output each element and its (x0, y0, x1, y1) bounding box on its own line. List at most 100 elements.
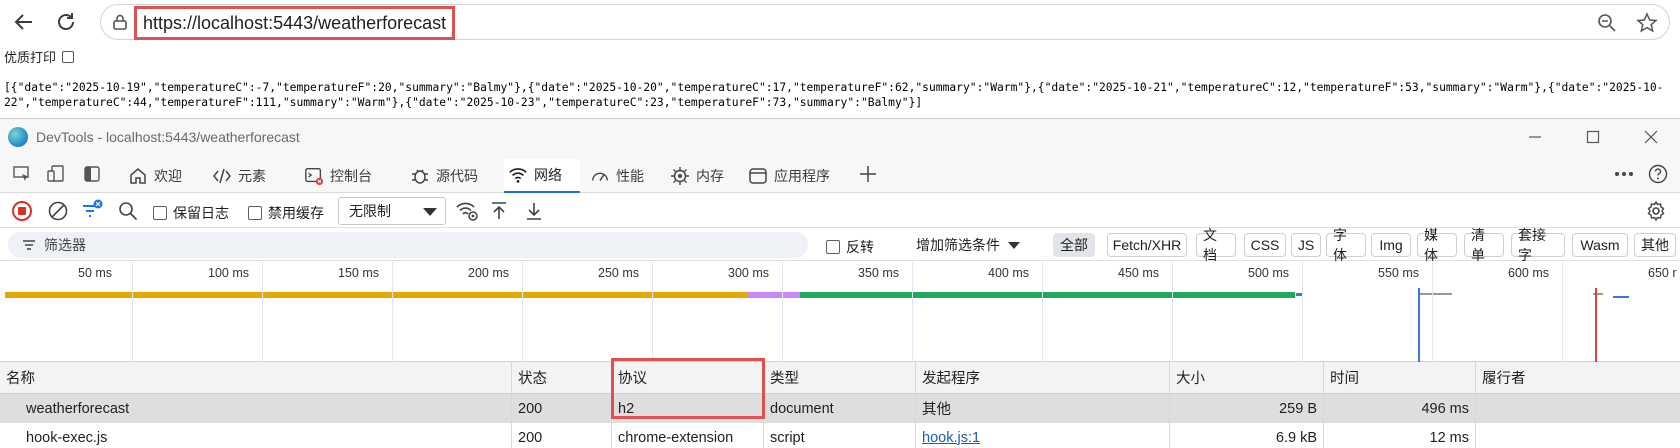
minimize-icon[interactable] (1506, 119, 1564, 155)
reload-button[interactable] (52, 8, 80, 36)
devtools-title: DevTools - localhost:5443/weatherforecas… (36, 129, 300, 145)
initiator-link[interactable]: hook.js:1 (922, 430, 980, 446)
tab-memory[interactable]: 内存 (666, 159, 728, 193)
filter-funnel-icon[interactable] (80, 199, 104, 223)
more-options-icon[interactable] (1612, 162, 1636, 186)
filter-chip-manifest[interactable]: 清单 (1464, 227, 1504, 263)
timeline-gridline (782, 262, 783, 362)
zoom-out-icon[interactable] (1595, 11, 1619, 35)
dock-panel-icon[interactable] (80, 162, 104, 186)
filter-chip-all[interactable]: 全部 (1053, 233, 1095, 257)
disable-cache-toggle[interactable]: 禁用缓存 (248, 203, 324, 223)
column-header-initiator[interactable]: 发起程序 (916, 362, 1170, 393)
timeline-tick-label: 50 ms (78, 266, 113, 280)
filter-chip-css[interactable]: CSS (1244, 233, 1286, 257)
request-name: hook-exec.js (0, 423, 512, 448)
browser-toolbar: https://localhost:5443/weatherforecast (0, 0, 1680, 44)
disable-cache-checkbox[interactable] (248, 206, 262, 220)
filter-chip-js[interactable]: JS (1291, 233, 1321, 257)
column-header-type[interactable]: 类型 (764, 362, 916, 393)
timing-bar-extension-3 (1613, 296, 1629, 298)
filter-input[interactable]: 筛选器 (8, 232, 808, 258)
back-button[interactable] (10, 8, 38, 36)
disable-cache-label: 禁用缓存 (268, 205, 324, 221)
timeline-gridline (1432, 262, 1433, 362)
request-type: document (764, 394, 916, 423)
tab-label: 控制台 (330, 168, 372, 184)
column-header-time[interactable]: 时间 (1324, 362, 1476, 393)
filter-chip-fetch-xhr[interactable]: Fetch/XHR (1107, 233, 1187, 257)
timeline-tick-label: 500 ms (1248, 266, 1289, 280)
devtools-window: DevTools - localhost:5443/weatherforecas… (0, 118, 1680, 448)
table-row[interactable]: hook-exec.js 200 chrome-extension script… (0, 423, 1680, 448)
network-overview-timeline[interactable]: 50 ms 100 ms 150 ms 200 ms 250 ms 300 ms 350 m… (0, 262, 1680, 362)
chevron-down-icon (1008, 241, 1020, 249)
load-event-marker (1595, 288, 1597, 362)
invert-checkbox[interactable] (826, 240, 840, 254)
throttling-select[interactable]: 无限制 (338, 197, 446, 225)
reload-icon (58, 13, 74, 30)
wifi-icon (508, 165, 528, 185)
tab-console[interactable]: 控制台 (300, 159, 376, 193)
record-stop-icon[interactable] (10, 199, 34, 223)
export-har-icon[interactable] (522, 199, 546, 223)
json-response: [{"date":"2025-10-19","temperatureC":-7,… (4, 80, 1680, 110)
pretty-print-checkbox[interactable] (62, 50, 75, 63)
tab-performance[interactable]: 性能 (586, 159, 648, 193)
column-header-size[interactable]: 大小 (1170, 362, 1324, 393)
maximize-icon[interactable] (1564, 119, 1622, 155)
settings-gear-icon[interactable] (1644, 199, 1668, 223)
request-initiator: 其他 (916, 394, 1170, 423)
window-icon (748, 166, 768, 186)
devtools-titlebar: DevTools - localhost:5443/weatherforecas… (0, 119, 1680, 155)
tab-elements[interactable]: 元素 (208, 159, 270, 193)
timeline-tick-label: 350 ms (858, 266, 899, 280)
request-fulfilled-by (1476, 423, 1680, 448)
tab-sources[interactable]: 源代码 (406, 159, 482, 193)
timeline-gridline (652, 262, 653, 362)
table-row[interactable]: weatherforecast 200 h2 document 其他 259 B… (0, 394, 1680, 423)
filter-chip-img[interactable]: Img (1371, 233, 1411, 257)
import-har-icon[interactable] (487, 199, 511, 223)
help-icon[interactable] (1646, 162, 1670, 186)
timeline-gridline (522, 262, 523, 362)
filter-chip-other[interactable]: 其他 (1634, 233, 1676, 257)
lock-icon[interactable] (111, 13, 129, 31)
filter-chip-wasm[interactable]: Wasm (1572, 233, 1628, 257)
pretty-print-toggle[interactable]: 优质打印 (4, 47, 75, 66)
search-icon[interactable] (116, 199, 140, 223)
filter-chip-websocket[interactable]: 套接字 (1511, 227, 1565, 263)
add-tab-icon[interactable] (856, 162, 880, 186)
column-header-name[interactable]: 名称 (0, 362, 512, 393)
column-header-protocol[interactable]: 协议 (612, 362, 764, 393)
device-emulation-icon[interactable] (44, 162, 68, 186)
clear-icon[interactable] (46, 199, 70, 223)
inspect-element-icon[interactable] (10, 162, 34, 186)
preserve-log-toggle[interactable]: 保留日志 (153, 203, 229, 223)
back-arrow-icon (14, 14, 32, 30)
throttling-value: 无限制 (349, 203, 391, 219)
request-time: 12 ms (1324, 423, 1476, 448)
network-request-table: 名称 状态 协议 类型 发起程序 大小 时间 履行者 weatherforeca… (0, 362, 1680, 448)
column-header-fulfilled-by[interactable]: 履行者 (1476, 362, 1680, 393)
column-header-status[interactable]: 状态 (512, 362, 612, 393)
pretty-print-label: 优质打印 (4, 50, 57, 65)
preserve-log-label: 保留日志 (173, 205, 229, 221)
tab-welcome[interactable]: 欢迎 (124, 159, 186, 193)
tab-network[interactable]: 网络 (504, 159, 580, 193)
preserve-log-checkbox[interactable] (153, 206, 167, 220)
filter-chip-media[interactable]: 媒体 (1417, 227, 1457, 263)
favorite-star-icon[interactable] (1635, 11, 1659, 35)
request-protocol: chrome-extension (612, 423, 764, 448)
more-filters-dropdown[interactable]: 增加筛选条件 (916, 235, 1020, 255)
url-text[interactable]: https://localhost:5443/weatherforecast (134, 6, 456, 40)
edge-logo-icon (8, 127, 28, 147)
request-initiator[interactable]: hook.js:1 (916, 423, 1170, 448)
tab-application[interactable]: 应用程序 (744, 159, 834, 193)
close-icon[interactable] (1622, 119, 1680, 155)
invert-toggle[interactable]: 反转 (826, 237, 874, 257)
network-conditions-icon[interactable] (455, 199, 479, 223)
filter-chip-doc[interactable]: 文档 (1196, 227, 1236, 263)
tab-label: 元素 (238, 168, 266, 184)
filter-chip-font[interactable]: 字体 (1326, 227, 1366, 263)
